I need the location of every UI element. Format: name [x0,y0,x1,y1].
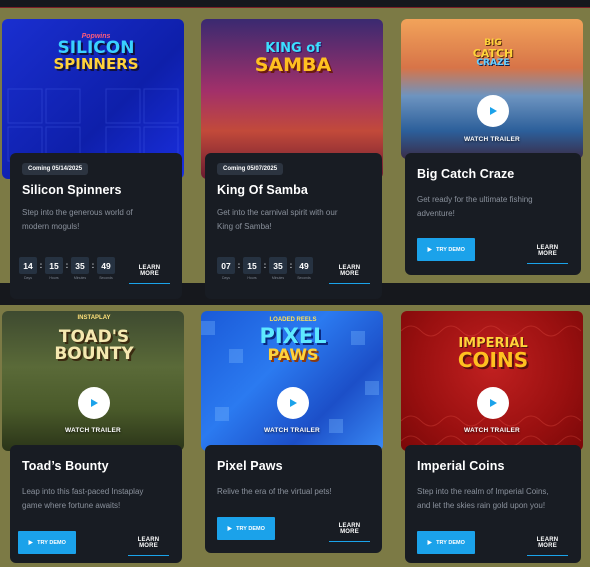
game-card-imperial-coins: IMPERIAL COINS WATCH TRAILER Imperial Co… [401,311,583,563]
game-title[interactable]: King Of Samba [217,183,370,197]
game-card-pixel-paws: LOADED REELS PIXEL PAWS WATCH TRAILER Pi… [201,311,383,553]
game-title[interactable]: Toad’s Bounty [22,459,170,473]
countdown-seconds: 49 [97,257,115,274]
card-info-panel: Coming 05/07/2025 King Of Samba Get into… [205,153,382,299]
game-description: Get into the carnival spirit with our Ki… [217,208,338,231]
try-demo-button[interactable]: TRY DEMO [18,531,76,554]
countdown-days: 07 [217,257,235,274]
countdown-timer: 14 Days : 15 Hours : 35 Minutes : 49 Seconds [19,257,115,280]
play-icon[interactable] [277,387,309,419]
play-icon[interactable] [477,95,509,127]
learn-more-link[interactable]: LEARN MORE [527,537,568,556]
watch-trailer-label[interactable]: WATCH TRAILER [264,427,320,434]
learn-more-link[interactable]: LEARN MORE [527,245,568,264]
game-title[interactable]: Pixel Paws [217,459,370,473]
game-thumbnail[interactable]: INSTAPLAY TOAD'S BOUNTY WATCH TRAILER [2,311,184,451]
learn-more-link[interactable]: LEARN MORE [129,265,170,284]
play-icon [227,526,233,531]
game-title[interactable]: Imperial Coins [417,459,569,473]
try-demo-button[interactable]: TRY DEMO [417,531,475,554]
card-info-panel: Toad’s Bounty Leap into this fast-paced … [10,445,182,563]
game-logo: KING of SAMBA [254,41,332,76]
card-info-panel: Imperial Coins Step into the realm of Im… [405,445,581,563]
game-logo: LOADED REELS PIXEL PAWS [259,317,327,364]
try-demo-button[interactable]: TRY DEMO [417,238,475,261]
game-card-big-catch-craze: BIG CATCH CRAZE WATCH TRAILER Big Catch … [401,19,583,275]
card-info-panel: Coming 05/14/2025 Silicon Spinners Step … [10,153,182,299]
coming-soon-badge: Coming 05/07/2025 [217,163,284,175]
game-description: Step into the generous world of modern m… [22,208,133,231]
game-thumbnail[interactable]: BIG CATCH CRAZE WATCH TRAILER [401,19,583,159]
coming-soon-badge: Coming 05/14/2025 [22,163,89,175]
game-thumbnail[interactable]: LOADED REELS PIXEL PAWS WATCH TRAILER [201,311,383,451]
game-title[interactable]: Silicon Spinners [22,183,170,197]
game-description: Get ready for the ultimate fishing adven… [417,195,533,218]
game-card-toads-bounty: INSTAPLAY TOAD'S BOUNTY WATCH TRAILER To… [2,311,184,563]
play-icon [427,540,433,545]
game-card-king-of-samba: KING of SAMBA Coming 05/07/2025 King Of … [201,19,383,299]
watch-trailer-label[interactable]: WATCH TRAILER [65,427,121,434]
learn-more-link[interactable]: LEARN MORE [329,265,370,284]
play-icon[interactable] [477,387,509,419]
countdown-minutes: 35 [269,257,287,274]
countdown-days: 14 [19,257,37,274]
game-description: Step into the realm of Imperial Coins, a… [417,487,549,510]
learn-more-link[interactable]: LEARN MORE [329,523,370,542]
game-card-silicon-spinners: Popwins SILICON SPINNERS Coming 05/14/20… [2,19,184,299]
watch-trailer-label[interactable]: WATCH TRAILER [464,136,520,143]
game-title[interactable]: Big Catch Craze [417,167,569,181]
countdown-hours: 15 [243,257,261,274]
game-logo: Popwins SILICON SPINNERS [53,33,139,73]
game-logo: BIG CATCH CRAZE [472,38,514,68]
countdown-minutes: 35 [71,257,89,274]
countdown-seconds: 49 [295,257,313,274]
card-info-panel: Big Catch Craze Get ready for the ultima… [405,153,581,275]
game-description: Relive the era of the virtual pets! [217,487,332,496]
game-logo: IMPERIAL COINS [457,336,529,372]
countdown-timer: 07 Days : 15 Hours : 35 Minutes : 49 Seconds [217,257,313,280]
play-icon [28,540,34,545]
play-icon[interactable] [78,387,110,419]
game-description: Leap into this fast-paced Instaplay game… [22,487,144,510]
play-icon [427,247,433,252]
countdown-hours: 15 [45,257,63,274]
try-demo-button[interactable]: TRY DEMO [217,517,275,540]
top-bar [0,0,590,8]
game-logo: INSTAPLAY TOAD'S BOUNTY [54,315,134,364]
game-thumbnail[interactable]: IMPERIAL COINS WATCH TRAILER [401,311,583,451]
watch-trailer-label[interactable]: WATCH TRAILER [464,427,520,434]
card-info-panel: Pixel Paws Relive the era of the virtual… [205,445,382,553]
learn-more-link[interactable]: LEARN MORE [128,537,169,556]
